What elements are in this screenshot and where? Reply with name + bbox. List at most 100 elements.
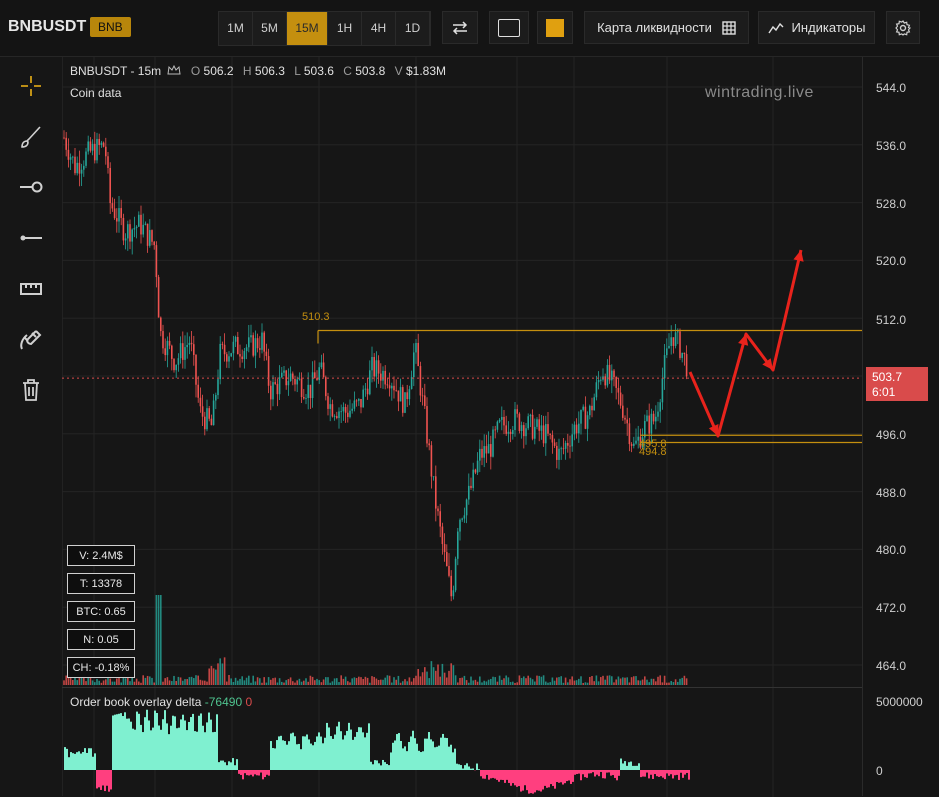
crosshair-tool[interactable] [16, 71, 46, 101]
delta-bar [176, 728, 178, 770]
candle-body [631, 444, 633, 446]
coin-data-label[interactable]: Coin data [70, 86, 121, 100]
delta-bar [506, 770, 508, 780]
delete-tool[interactable] [16, 375, 46, 405]
timeframe-4h[interactable]: 4H [362, 12, 396, 45]
delta-bar [216, 714, 218, 770]
timeframe-5m[interactable]: 5M [253, 12, 287, 45]
open-label: O [191, 64, 200, 78]
candle-body [530, 415, 532, 416]
magnet-tool[interactable] [16, 325, 46, 355]
ruler-tool[interactable] [16, 274, 46, 304]
delta-bar [432, 741, 434, 770]
delta-bar [130, 722, 132, 770]
delta-bar [570, 770, 572, 784]
volume-bar [204, 681, 206, 685]
delta-bar [688, 770, 690, 780]
volume-bar [184, 679, 186, 685]
volume-bar [633, 676, 635, 685]
delta-bar [316, 736, 318, 770]
indicators-button[interactable]: Индикаторы [758, 11, 875, 44]
candle-body [103, 143, 105, 147]
chart-background-button[interactable] [489, 11, 529, 44]
volume-bar [501, 680, 503, 685]
timeframe-1h[interactable]: 1H [328, 12, 362, 45]
volume-bar [442, 664, 444, 685]
ray-tool[interactable] [16, 172, 46, 202]
volume-bar [246, 678, 248, 685]
candle-body [488, 444, 490, 453]
candle-body [382, 371, 384, 381]
candle-body [321, 362, 323, 367]
delta-bar [358, 727, 360, 770]
delta-bar [462, 769, 464, 770]
volume-bar [567, 682, 569, 685]
timeframe-1m[interactable]: 1M [219, 12, 253, 45]
timeframe-15m[interactable]: 15M [287, 12, 328, 45]
volume-bar [468, 683, 470, 685]
volume-bar [686, 678, 688, 685]
settings-button[interactable] [886, 11, 920, 44]
liquidity-map-button[interactable]: Карта ликвидности [584, 11, 749, 44]
delta-bar [660, 770, 662, 776]
delta-bar [500, 770, 502, 780]
delta-bar [548, 770, 550, 787]
candle-body [576, 425, 578, 434]
color-picker-button[interactable] [537, 11, 573, 44]
delta-bar [446, 738, 448, 770]
delta-bar [492, 770, 494, 778]
volume-bar [415, 676, 417, 685]
delta-bar [178, 728, 180, 770]
volume-bar [536, 676, 538, 685]
delta-bar [238, 770, 240, 774]
volume-bar [578, 679, 580, 685]
volume-bar [365, 677, 367, 685]
indicators-label: Индикаторы [792, 20, 866, 35]
candle-body [611, 371, 613, 381]
volume-bar [283, 683, 285, 685]
delta-bar [106, 770, 108, 786]
candle-body [545, 424, 547, 443]
stat-btc: BTC: 0.65 [67, 601, 135, 622]
symbol-title[interactable]: BNBUSDT [8, 18, 86, 36]
volume-bar [307, 682, 309, 685]
volume-bar [345, 677, 347, 685]
candle-body [272, 382, 274, 399]
candle-body [536, 419, 538, 427]
volume-bar [593, 681, 595, 685]
price-chart[interactable] [62, 57, 862, 687]
candle-body [63, 138, 65, 139]
volume-bar [182, 681, 184, 685]
delta-bar [344, 735, 346, 770]
volume-bar [525, 678, 527, 685]
delta-bar [620, 759, 622, 770]
delta-bar [124, 712, 126, 770]
candle-body [164, 348, 166, 355]
line-tool[interactable] [16, 223, 46, 253]
delta-bar [502, 770, 504, 780]
price-axis[interactable] [862, 57, 939, 796]
volume-bar [624, 678, 626, 685]
delta-bar [108, 770, 110, 792]
candle-body [541, 425, 543, 430]
delta-bar [114, 715, 116, 770]
volume-bar [219, 658, 221, 685]
delta-bar [626, 766, 628, 770]
delta-bar [600, 770, 602, 772]
asset-badge[interactable]: BNB [90, 17, 131, 37]
timeframe-1d[interactable]: 1D [396, 12, 430, 45]
delta-bar [136, 712, 138, 770]
volume-bar [195, 675, 197, 685]
candle-body [193, 344, 195, 355]
volume-bar [158, 595, 160, 685]
candle-body [252, 335, 254, 355]
delta-bar [278, 736, 280, 770]
swap-button[interactable] [442, 11, 478, 44]
volume-bar [244, 680, 246, 685]
candle-body [279, 377, 281, 394]
delta-bar [484, 770, 486, 779]
delta-bar [652, 770, 654, 779]
candle-body [182, 343, 184, 360]
volume-bar [455, 675, 457, 685]
brush-tool[interactable] [16, 122, 46, 152]
